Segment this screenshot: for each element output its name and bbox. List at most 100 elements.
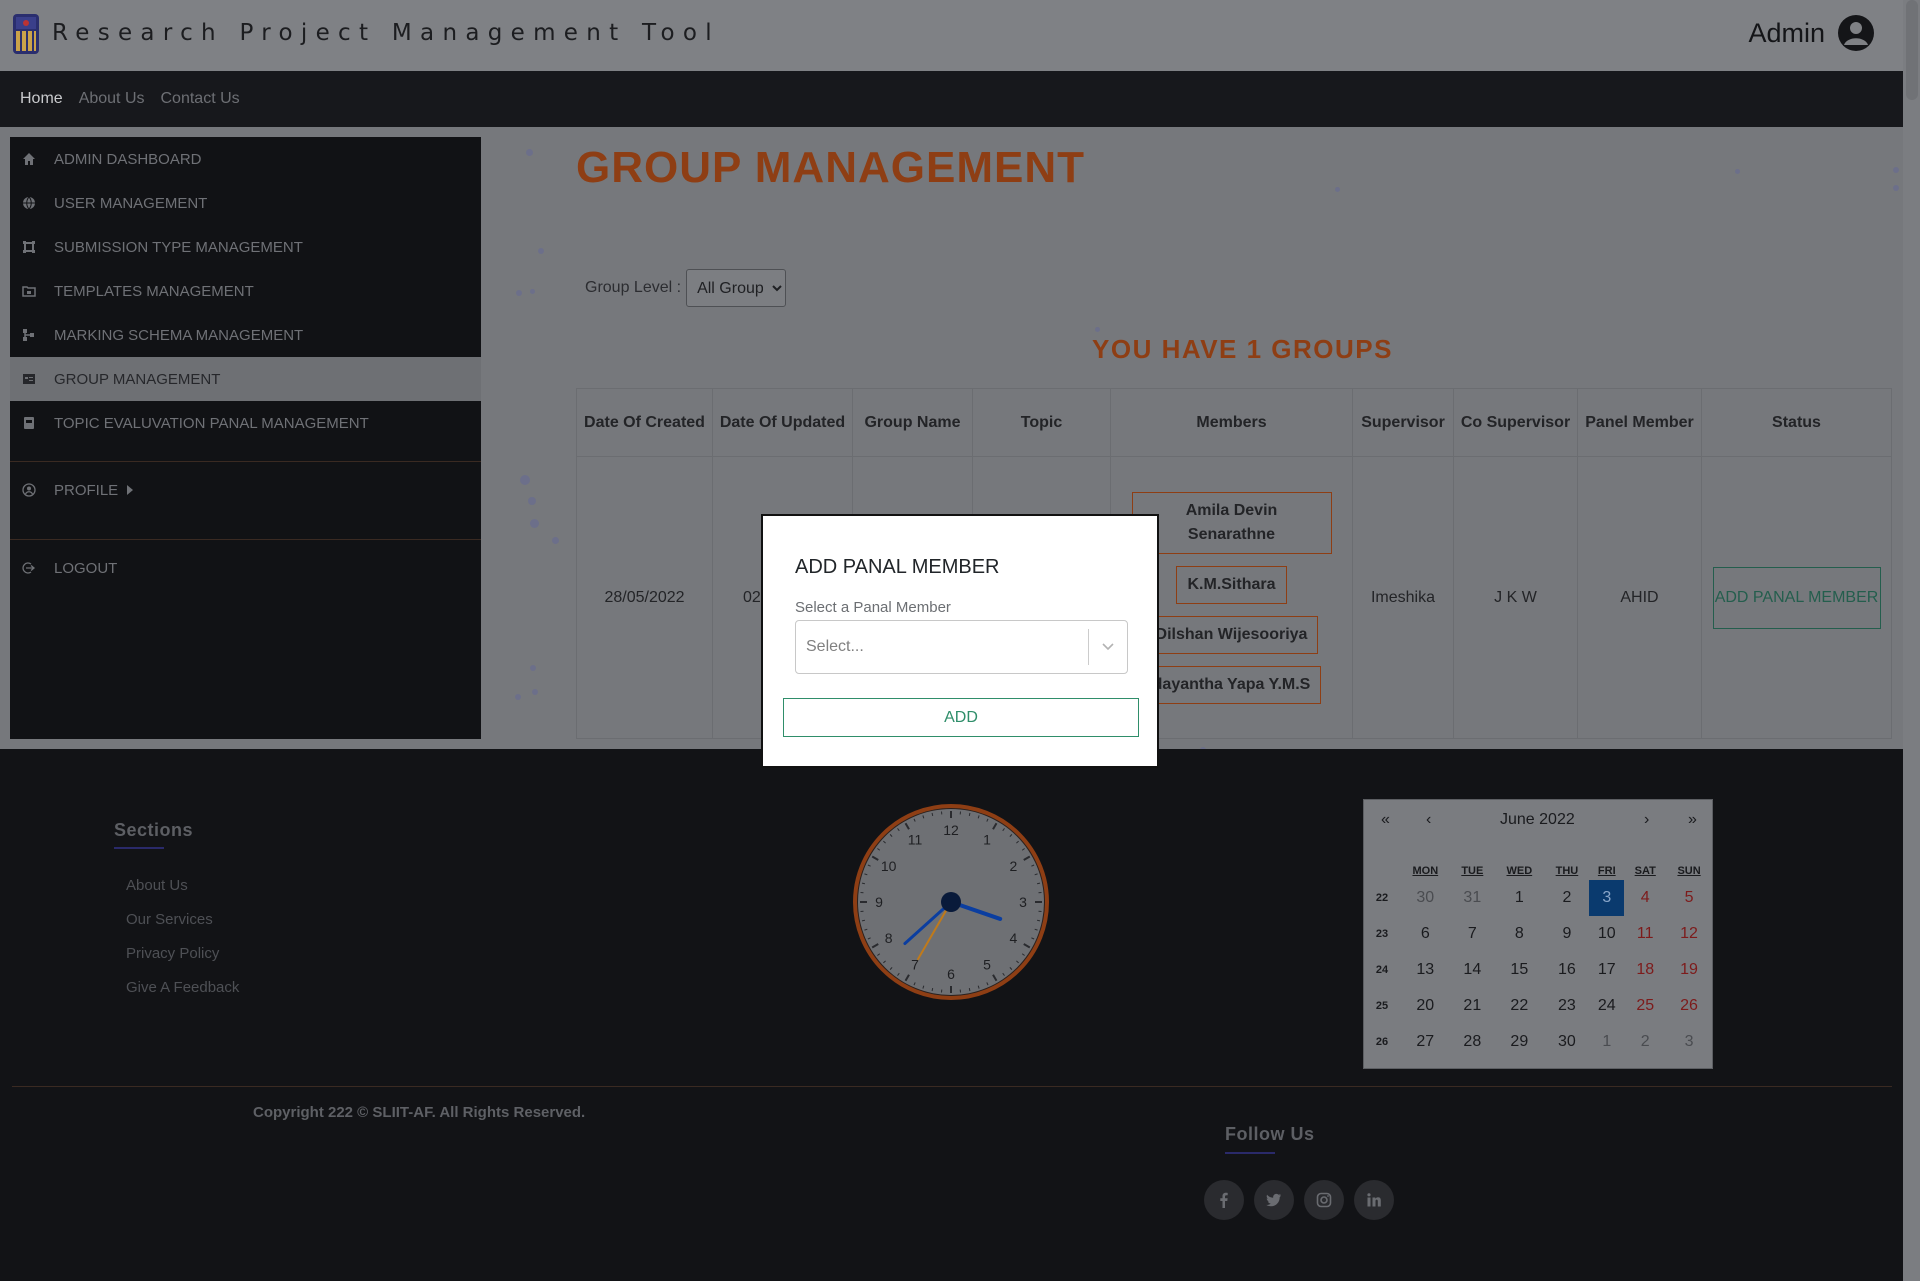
member-badge: Dilshan Wijesooriya [1144,615,1319,654]
calendar-day[interactable]: 12 [1666,916,1712,952]
calendar-prev-month-button[interactable]: ‹ [1426,811,1431,829]
clock-number: 4 [1009,930,1017,946]
university-logo [13,14,39,54]
sidebar-item-submission-type[interactable]: SUBMISSION TYPE MANAGEMENT [10,225,481,269]
calendar-day[interactable]: 30 [1400,880,1451,916]
calendar-week-row: 26 27 28 29 30 1 2 3 [1364,1024,1712,1060]
background-dot [1735,169,1740,174]
sidebar-item-templates[interactable]: TEMPLATES MANAGEMENT [10,269,481,313]
page-scrollbar[interactable] [1903,0,1920,1281]
select-placeholder: Select... [806,638,864,655]
calendar-week-row: 24 13 14 15 16 17 18 19 [1364,952,1712,988]
heading-underline [1225,1152,1275,1154]
calendar-day[interactable]: 5 [1666,880,1712,916]
background-dot [516,290,522,296]
add-button[interactable]: ADD [783,698,1139,737]
clock-number: 1 [983,832,991,848]
calendar-day[interactable]: 20 [1400,988,1451,1024]
calendar-day[interactable]: 9 [1545,916,1590,952]
calendar-day[interactable]: 4 [1624,880,1666,916]
chevron-down-icon[interactable] [1099,637,1117,655]
calendar-day[interactable]: 18 [1624,952,1666,988]
calendar-day[interactable]: 14 [1451,952,1494,988]
sidebar-item-label: GROUP MANAGEMENT [54,370,221,388]
calendar-day[interactable]: 29 [1494,1024,1545,1060]
column-header: Supervisor [1352,388,1454,457]
calendar-day[interactable]: 25 [1624,988,1666,1024]
linkedin-link[interactable] [1354,1180,1394,1220]
template-icon [22,286,36,297]
sidebar: ADMIN DASHBOARD USER MANAGEMENT SUBMISSI… [10,137,481,739]
sidebar-item-marking-schema[interactable]: MARKING SCHEMA MANAGEMENT [10,313,481,357]
calendar-next-year-button[interactable]: » [1688,811,1697,829]
clock-tick [968,812,971,817]
calendar-month-label[interactable]: June 2022 [1500,811,1575,829]
sidebar-item-topic-evaluation-panel[interactable]: TOPIC EVALUVATION PANAL MANAGEMENT [10,401,481,445]
calendar-day[interactable]: 21 [1451,988,1494,1024]
footer-link-privacy[interactable]: Privacy Policy [126,945,239,979]
calendar-day[interactable]: 13 [1400,952,1451,988]
calendar-day[interactable]: 19 [1666,952,1712,988]
scrollbar-thumb[interactable] [1906,0,1918,100]
calendar-day[interactable]: 2 [1545,880,1590,916]
column-header: Co Supervisor [1453,388,1578,457]
twitter-link[interactable] [1254,1180,1294,1220]
copyright-text: Copyright 222 © SLIIT-AF. All Rights Res… [253,1104,586,1121]
calendar-day[interactable]: 26 [1666,988,1712,1024]
calendar-day[interactable]: 30 [1545,1024,1590,1060]
instagram-link[interactable] [1304,1180,1344,1220]
clock-tick [1036,919,1041,922]
calendar-day[interactable]: 11 [1624,916,1666,952]
calendar-day[interactable]: 10 [1589,916,1624,952]
sidebar-item-group-management[interactable]: GROUP MANAGEMENT [10,357,481,401]
column-header: Members [1110,388,1353,457]
footer-link-feedback[interactable]: Give A Feedback [126,979,239,1013]
calendar-day[interactable]: 6 [1400,916,1451,952]
calendar-day[interactable]: 3 [1589,880,1625,916]
calendar-next-month-button[interactable]: › [1644,811,1649,829]
calendar-day[interactable]: 31 [1451,880,1494,916]
clock-tick [931,812,934,817]
calendar-day[interactable]: 7 [1451,916,1494,952]
group-level-select[interactable]: All Group [686,269,787,307]
background-dot [1893,185,1899,191]
calendar-day[interactable]: 3 [1666,1024,1712,1060]
sidebar-item-admin-dashboard[interactable]: ADMIN DASHBOARD [10,137,481,181]
nav-about-link[interactable]: About Us [79,90,145,108]
calendar-widget: « ‹ June 2022 › » MON TUE WED THU FRI SAT SUN … [1363,799,1713,1069]
clock-number: 11 [908,832,923,848]
footer-link-about[interactable]: About Us [126,877,239,911]
calendar-day[interactable]: 8 [1494,916,1545,952]
calendar-day[interactable]: 22 [1494,988,1545,1024]
calendar-day[interactable]: 27 [1400,1024,1451,1060]
calendar-prev-year-button[interactable]: « [1381,811,1390,829]
calendar-week-row: 25 20 21 22 23 24 25 26 [1364,988,1712,1024]
add-panel-member-button[interactable]: ADD PANAL MEMBER [1712,566,1881,629]
calendar-day[interactable]: 15 [1494,952,1545,988]
calendar-day[interactable]: 24 [1589,988,1624,1024]
member-badge: dayantha Yapa Y.M.S [1141,665,1322,704]
footer-link-services[interactable]: Our Services [126,911,239,945]
calendar-day[interactable]: 1 [1589,1024,1624,1060]
sidebar-item-label: TOPIC EVALUVATION PANAL MANAGEMENT [54,414,369,432]
main-navbar: Home About Us Contact Us [0,71,1903,127]
facebook-link[interactable] [1204,1180,1244,1220]
week-number: 22 [1375,892,1389,904]
sidebar-item-logout[interactable]: LOGOUT [10,545,481,591]
calendar-day[interactable]: 1 [1494,880,1545,916]
sidebar-divider [10,539,481,540]
calendar-day[interactable]: 16 [1545,952,1590,988]
calendar-day[interactable]: 28 [1451,1024,1494,1060]
clock-number: 10 [881,858,897,874]
calendar-day[interactable]: 17 [1589,952,1624,988]
sidebar-item-profile[interactable]: PROFILE [10,467,481,513]
panel-member-select[interactable]: Select... [795,620,1128,674]
clock-number: 12 [943,822,959,838]
calendar-day[interactable]: 2 [1624,1024,1666,1060]
nav-contact-link[interactable]: Contact Us [161,90,240,108]
calendar-day[interactable]: 23 [1545,988,1590,1024]
nav-home-link[interactable]: Home [20,90,63,108]
clock-number: 8 [885,930,893,946]
sidebar-item-user-management[interactable]: USER MANAGEMENT [10,181,481,225]
user-menu[interactable]: Admin [1748,14,1875,52]
